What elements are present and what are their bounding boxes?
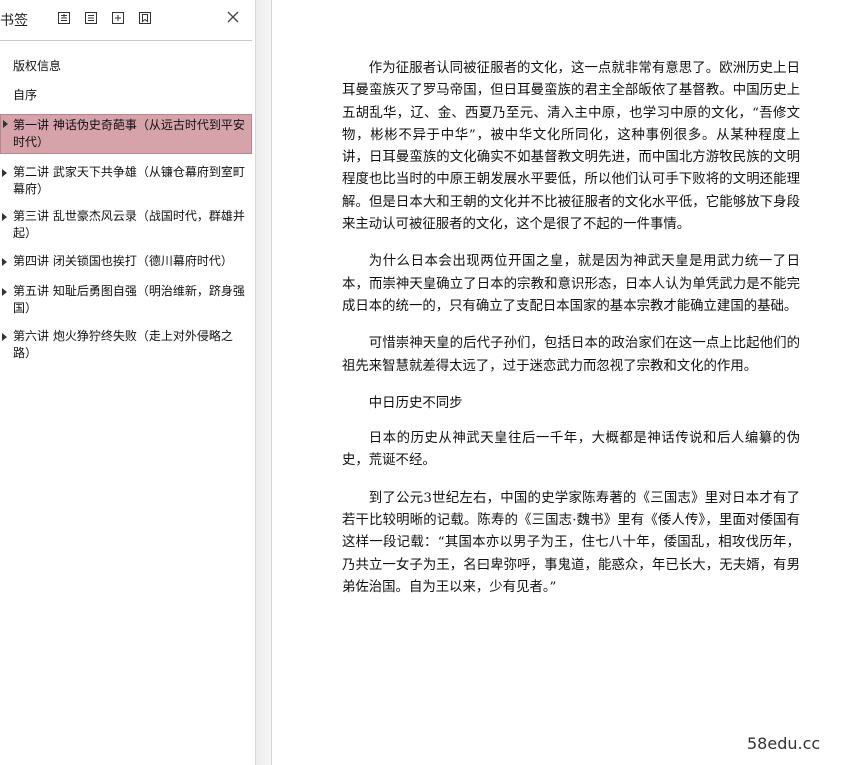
close-icon[interactable]: [224, 8, 242, 26]
bookmark-label: 自序: [13, 88, 38, 102]
bookmark-item-lecture-6[interactable]: 第六讲 炮火狰狞终失败（走上对外侵略之路）: [0, 328, 252, 364]
panel-divider: [0, 40, 252, 41]
watermark: 58edu.cc: [747, 734, 821, 753]
expand-arrow-icon[interactable]: [2, 288, 7, 296]
bookmark-item-lecture-4[interactable]: 第四讲 闭关锁国也挨打（德川幕府时代）: [0, 253, 252, 271]
section-heading: 中日历史不同步: [368, 395, 463, 411]
add-bookmark-icon[interactable]: [111, 11, 125, 25]
bookmark-panel: 书签 版权信息 自序 第一讲 神话伪史奇葩事（从远古时代到平安时代） 第二讲 武…: [0, 0, 256, 765]
expand-arrow-icon[interactable]: [2, 333, 7, 341]
bookmark-item-lecture-5[interactable]: 第五讲 知耻后勇图自强（明治维新，跻身强国）: [0, 283, 252, 319]
bookmark-item-lecture-1[interactable]: 第一讲 神话伪史奇葩事（从远古时代到平安时代）: [0, 114, 252, 154]
bookmark-label: 第三讲 乱世豪杰风云录（战国时代，群雄并起）: [13, 209, 245, 240]
expand-arrow-icon[interactable]: [2, 258, 7, 266]
bookmark-label: 第六讲 炮火狰狞终失败（走上对外侵略之路）: [13, 329, 233, 360]
bookmark-item-lecture-2[interactable]: 第二讲 武家天下共争雄（从镰仓幕府到室町幕府）: [0, 164, 252, 200]
bookmark-label: 第一讲 神话伪史奇葩事（从远古时代到平安时代）: [13, 118, 245, 149]
paragraph: 作为征服者认同被征服者的文化，这一点就非常有意思了。欧洲历史上日耳曼蛮族灭了罗马…: [342, 61, 800, 233]
expand-arrow-icon[interactable]: [2, 213, 7, 221]
document-page: 作为征服者认同被征服者的文化，这一点就非常有意思了。欧洲历史上日耳曼蛮族灭了罗马…: [342, 58, 800, 614]
bookmark-item-lecture-3[interactable]: 第三讲 乱世豪杰风云录（战国时代，群雄并起）: [0, 208, 252, 244]
page-edge: [271, 0, 272, 765]
expand-arrow-icon[interactable]: [3, 120, 8, 128]
bookmark-label: 版权信息: [13, 59, 62, 73]
bookmark-label: 第四讲 闭关锁国也挨打（德川幕府时代）: [13, 254, 233, 268]
paragraph: 为什么日本会出现两位开国之皇，就是因为神武天皇是用武力统一了日本，而崇神天皇确立…: [342, 254, 800, 314]
panel-splitter[interactable]: [256, 0, 272, 765]
expand-arrow-icon[interactable]: [2, 169, 7, 177]
bookmark-icon[interactable]: [138, 11, 152, 25]
bookmark-label: 第二讲 武家天下共争雄（从镰仓幕府到室町幕府）: [13, 165, 245, 196]
bookmark-label: 第五讲 知耻后勇图自强（明治维新，跻身强国）: [13, 284, 245, 315]
paragraph: 可惜崇神天皇的后代子孙们，包括日本的政治家们在这一点上比起他们的祖先来智慧就差得…: [342, 336, 800, 374]
paragraph: 日本的历史从神武天皇往后一千年，大概都是神话传说和后人编纂的伪史，荒诞不经。: [342, 431, 800, 469]
bookmark-panel-header: 书签: [0, 0, 255, 40]
paragraph: 到了公元3世纪左右，中国的史学家陈寿著的《三国志》里对日本才有了若干比较明晰的记…: [342, 490, 800, 595]
collapse-all-icon[interactable]: [84, 11, 98, 25]
expand-all-icon[interactable]: [57, 11, 71, 25]
panel-title: 书签: [0, 13, 28, 29]
